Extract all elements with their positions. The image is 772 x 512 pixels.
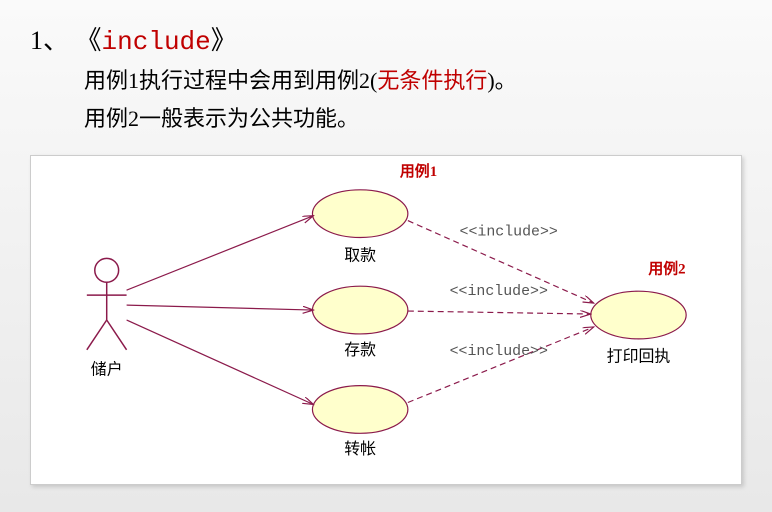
- usecase-print-label: 打印回执: [607, 348, 671, 366]
- include-transfer-print: [408, 327, 594, 403]
- stereotype-3: <<include>>: [450, 344, 548, 360]
- usecase-deposit: [312, 286, 407, 334]
- usecase-transfer-label: 转帐: [344, 440, 376, 458]
- usecase-transfer: [312, 386, 407, 434]
- diagram-svg: 储户 取款 存款 转帐 打印回执 用例1 用例2 <<include>> <<i…: [31, 156, 741, 484]
- annotation-usecase1: 用例1: [400, 162, 437, 180]
- keyword-include: include: [102, 27, 211, 57]
- stereotype-2: <<include>>: [450, 284, 548, 300]
- include-deposit-print: [408, 311, 591, 314]
- description-line-1: 用例1执行过程中会用到用例2(无条件执行)。: [84, 63, 742, 95]
- annotation-usecase2: 用例2: [648, 259, 685, 277]
- usecase-withdraw-label: 取款: [344, 246, 376, 264]
- description-line-2: 用例2一般表示为公共功能。: [84, 101, 742, 133]
- actor-label: 储户: [91, 361, 123, 379]
- section-number: 1、: [30, 26, 69, 55]
- uml-diagram: 储户 取款 存款 转帐 打印回执 用例1 用例2 <<include>> <<i…: [30, 155, 742, 485]
- association-deposit: [127, 305, 314, 310]
- bracket-close: 》: [211, 26, 237, 55]
- usecase-print: [591, 291, 686, 339]
- usecase-withdraw: [312, 190, 407, 238]
- section-title: 1、 《include》: [30, 20, 742, 57]
- bracket-open: 《: [76, 26, 102, 55]
- highlight-text: 无条件执行: [377, 68, 487, 93]
- usecase-deposit-label: 存款: [344, 341, 376, 359]
- actor-icon: [87, 258, 127, 349]
- stereotype-1: <<include>>: [460, 225, 558, 241]
- association-withdraw: [127, 216, 314, 291]
- association-transfer: [127, 320, 314, 404]
